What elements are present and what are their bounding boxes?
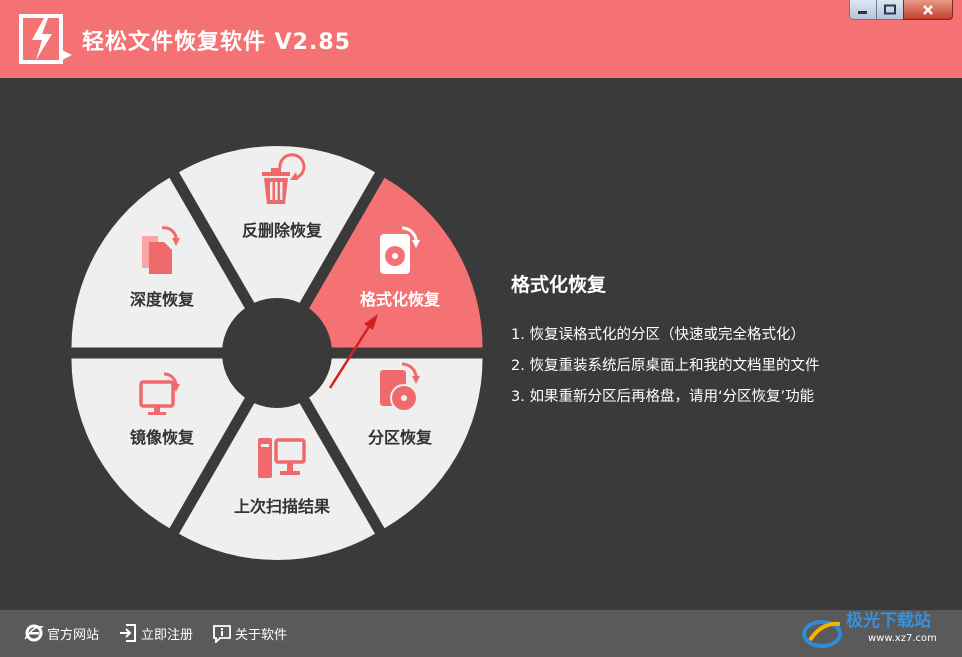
about-label: 关于软件 xyxy=(235,627,288,643)
wheel-label-reverse-delete[interactable]: 反删除恢复 xyxy=(242,221,323,240)
wheel-label-format[interactable]: 格式化恢复 xyxy=(360,290,441,309)
wheel-label-deep[interactable]: 深度恢复 xyxy=(130,290,195,309)
register-icon xyxy=(120,624,136,642)
info-item: 1. 恢复误格式化的分区（快速或完全格式化） xyxy=(511,327,805,343)
wheel-label-partition[interactable]: 分区恢复 xyxy=(368,428,433,447)
wheel-label-mirror[interactable]: 镜像恢复 xyxy=(130,428,195,447)
official-website-link[interactable]: 官方网站 xyxy=(24,622,99,644)
watermark-url: www.xz7.com xyxy=(868,633,937,644)
wheel-label-last-scan[interactable]: 上次扫描结果 xyxy=(234,497,330,516)
wheel-center xyxy=(222,298,332,408)
info-item: 3. 如果重新分区后再格盘，请用‘分区恢复’功能 xyxy=(511,389,815,405)
info-item: 2. 恢复重装系统后原桌面上和我的文档里的文件 xyxy=(511,358,820,374)
official-website-label: 官方网站 xyxy=(47,627,100,643)
info-list: 1. 恢复误格式化的分区（快速或完全格式化） 2. 恢复重装系统后原桌面上和我的… xyxy=(511,324,819,417)
ie-icon xyxy=(24,624,44,642)
info-icon xyxy=(213,625,231,643)
register-label: 立即注册 xyxy=(141,627,194,643)
watermark-text: 极光下载站 xyxy=(846,611,931,631)
info-title: 格式化恢复 xyxy=(511,274,607,296)
register-link[interactable]: 立即注册 xyxy=(118,622,193,644)
about-link[interactable]: 关于软件 xyxy=(212,622,287,644)
